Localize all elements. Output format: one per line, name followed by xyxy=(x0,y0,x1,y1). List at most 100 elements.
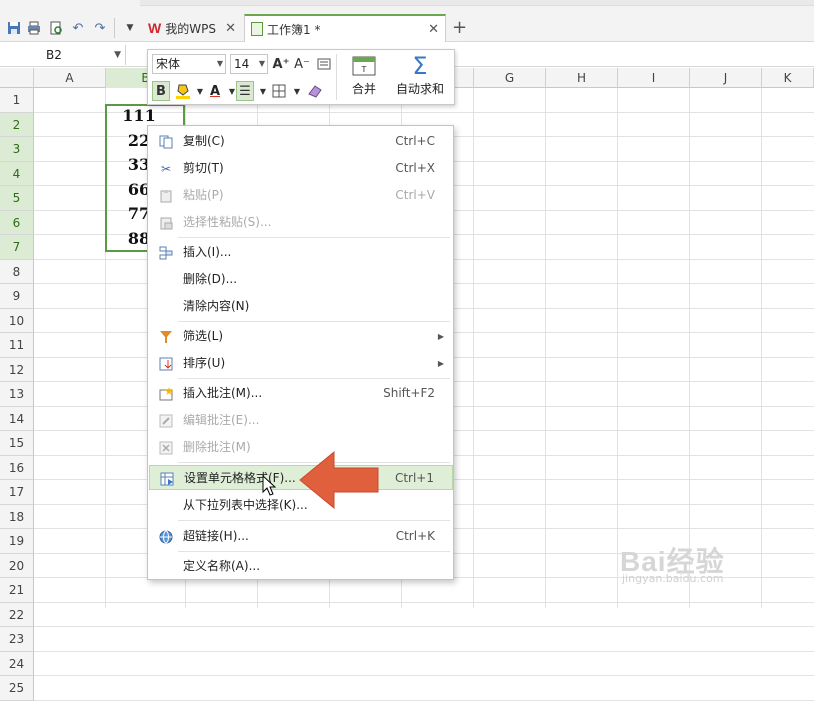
row-header[interactable]: 10 xyxy=(0,308,34,333)
row-header[interactable]: 18 xyxy=(0,504,34,529)
menu-item-label: 编辑批注(E)... xyxy=(183,413,260,427)
menu-item-label: 粘贴(P) xyxy=(183,188,224,202)
grid-line xyxy=(689,88,690,608)
row-header[interactable]: 13 xyxy=(0,382,34,407)
menu-item-shortcut: Ctrl+V xyxy=(395,188,435,202)
row-header[interactable]: 16 xyxy=(0,455,34,480)
menu-item-clear-contents[interactable]: 清除内容(N) xyxy=(149,294,453,319)
hyperlink-icon xyxy=(158,529,174,545)
menu-item-paste-special[interactable]: 选择性粘贴(S)... xyxy=(149,210,453,235)
row-header[interactable]: 9 xyxy=(0,284,34,309)
redo-icon[interactable]: ↷ xyxy=(92,20,108,36)
menu-item-insert[interactable]: 插入(I)... xyxy=(149,240,453,265)
menu-item-label: 排序(U) xyxy=(183,356,226,370)
clear-format-icon[interactable] xyxy=(306,81,324,101)
column-header[interactable]: H xyxy=(546,68,618,88)
borders-icon[interactable] xyxy=(270,81,288,101)
chevron-down-icon[interactable]: ▼ xyxy=(114,45,121,65)
row-header[interactable]: 15 xyxy=(0,431,34,456)
tab-my-wps[interactable]: W 我的WPS ✕ xyxy=(142,14,242,42)
undo-icon[interactable]: ↶ xyxy=(70,20,86,36)
menu-item-label: 剪切(T) xyxy=(183,161,224,175)
paste-icon xyxy=(158,188,174,204)
menu-item-hyperlink[interactable]: 超链接(H)... Ctrl+K xyxy=(149,524,453,549)
watermark-url: jingyan.baidu.com xyxy=(622,572,724,585)
format-painter-box-icon[interactable] xyxy=(315,54,333,74)
delete-comment-icon xyxy=(158,440,174,456)
print-icon[interactable] xyxy=(26,20,42,36)
row-header[interactable]: 23 xyxy=(0,627,34,652)
sort-icon xyxy=(158,356,174,372)
name-box[interactable]: B2 ▼ xyxy=(0,45,126,65)
bold-button[interactable]: B xyxy=(152,81,170,101)
chevron-down-icon[interactable]: ▼ xyxy=(217,55,223,73)
print-preview-icon[interactable] xyxy=(48,20,64,36)
column-header[interactable]: G xyxy=(474,68,546,88)
menu-item-edit-comment[interactable]: 编辑批注(E)... xyxy=(149,408,453,433)
row-header[interactable]: 4 xyxy=(0,161,34,186)
font-size-select[interactable]: 14 ▼ xyxy=(230,54,268,74)
name-box-value: B2 xyxy=(46,48,62,62)
new-tab-button[interactable]: + xyxy=(452,17,467,38)
row-header[interactable]: 12 xyxy=(0,357,34,382)
submenu-arrow-icon: ▶ xyxy=(437,359,444,368)
menu-item-label: 筛选(L) xyxy=(183,329,224,343)
row-header[interactable]: 25 xyxy=(0,676,34,701)
row-header[interactable]: 5 xyxy=(0,186,34,211)
column-header[interactable]: K xyxy=(762,68,814,88)
close-icon[interactable]: ✕ xyxy=(428,22,439,37)
grid-line xyxy=(34,626,814,627)
grid-line xyxy=(473,88,474,608)
row-header[interactable]: 7 xyxy=(0,235,34,260)
row-header[interactable]: 21 xyxy=(0,578,34,603)
chevron-down-icon[interactable]: ▼ xyxy=(259,55,265,73)
menu-item-filter[interactable]: 筛选(L) ▶ xyxy=(149,324,453,349)
row-header[interactable]: 20 xyxy=(0,553,34,578)
row-header[interactable]: 11 xyxy=(0,333,34,358)
svg-text:T: T xyxy=(361,65,367,74)
select-all-corner[interactable] xyxy=(0,68,34,88)
menu-item-delete[interactable]: 删除(D)... xyxy=(149,267,453,292)
align-center-icon[interactable]: ☰ xyxy=(236,81,254,101)
menu-item-define-name[interactable]: 定义名称(A)... xyxy=(149,554,453,579)
merge-button[interactable]: T 合并 xyxy=(338,54,390,102)
fill-color-icon[interactable] xyxy=(174,81,192,101)
menu-item-copy[interactable]: 复制(C) Ctrl+C xyxy=(149,129,453,154)
menu-item-paste[interactable]: 粘贴(P) Ctrl+V xyxy=(149,183,453,208)
menu-item-sort[interactable]: 排序(U) ▶ xyxy=(149,351,453,376)
customize-icon[interactable]: ▼ xyxy=(122,20,138,36)
row-header[interactable]: 3 xyxy=(0,137,34,162)
row-header[interactable]: 8 xyxy=(0,259,34,284)
toolbar-separator xyxy=(336,54,337,100)
insert-icon xyxy=(158,245,174,261)
autosum-button[interactable]: Σ 自动求和 xyxy=(388,54,452,102)
column-header[interactable]: A xyxy=(34,68,106,88)
menu-separator xyxy=(178,551,450,552)
font-family-select[interactable]: 宋体 ▼ xyxy=(152,54,226,74)
edit-comment-icon xyxy=(158,413,174,429)
close-icon[interactable]: ✕ xyxy=(225,21,236,36)
menu-item-label: 删除(D)... xyxy=(183,272,238,286)
row-header[interactable]: 19 xyxy=(0,529,34,554)
increase-font-icon[interactable]: A⁺ xyxy=(272,54,290,74)
row-header[interactable]: 14 xyxy=(0,406,34,431)
font-color-button[interactable]: A xyxy=(206,81,224,101)
row-header[interactable]: 6 xyxy=(0,210,34,235)
decrease-font-icon[interactable]: A⁻ xyxy=(293,54,311,74)
merge-icon: T xyxy=(352,56,376,76)
column-header[interactable]: I xyxy=(618,68,690,88)
chevron-down-icon[interactable]: ▼ xyxy=(288,81,306,101)
save-icon[interactable] xyxy=(6,20,22,36)
row-header[interactable]: 22 xyxy=(0,602,34,627)
menu-item-insert-comment[interactable]: 插入批注(M)... Shift+F2 xyxy=(149,381,453,406)
submenu-arrow-icon: ▶ xyxy=(437,332,444,341)
tab-workbook[interactable]: 工作簿1 * ✕ xyxy=(244,14,446,42)
column-header[interactable]: J xyxy=(690,68,762,88)
row-header[interactable]: 24 xyxy=(0,651,34,676)
row-header[interactable]: 2 xyxy=(0,112,34,137)
row-header[interactable]: 1 xyxy=(0,88,34,113)
row-header[interactable]: 17 xyxy=(0,480,34,505)
menu-item-cut[interactable]: ✂ 剪切(T) Ctrl+X xyxy=(149,156,453,181)
menu-separator xyxy=(178,237,450,238)
font-family-value: 宋体 xyxy=(156,57,181,71)
